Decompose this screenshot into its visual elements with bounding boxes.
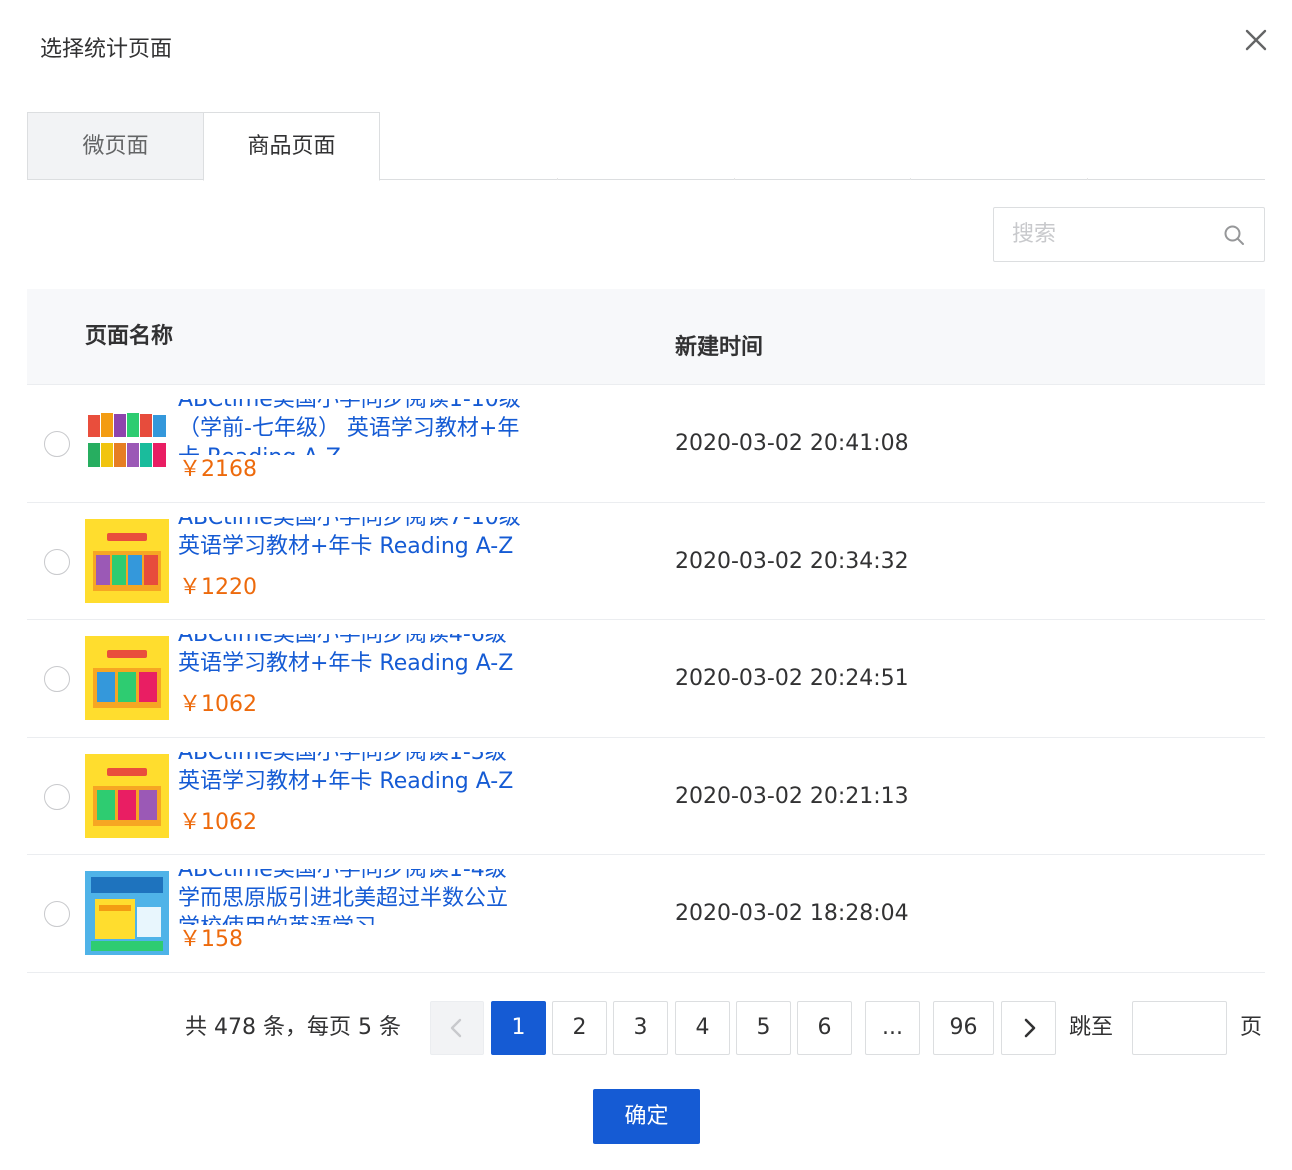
- close-button[interactable]: [1240, 24, 1272, 56]
- blue-box-image: [85, 871, 169, 956]
- product-thumbnail: [85, 753, 169, 838]
- product-name: ABCtime美国小学同步阅读1-4级 学而思原版引进北美超过半数公立学校使用的…: [178, 869, 509, 925]
- chevron-left-icon: [450, 1018, 462, 1038]
- row-radio[interactable]: [44, 431, 70, 457]
- page-button-4[interactable]: 4: [675, 1001, 730, 1055]
- product-name-link[interactable]: ABCtime美国小学同步阅读1-10级（学前-七年级） 英语学习教材+年卡 R…: [178, 399, 523, 455]
- row-radio[interactable]: [44, 783, 70, 810]
- product-name: ABCtime美国小学同步阅读7-10级 英语学习教材+年卡 Reading A…: [178, 516, 521, 559]
- chevron-right-icon: [1024, 1018, 1035, 1038]
- product-price: ￥1062: [179, 809, 257, 835]
- page-button-6[interactable]: 6: [797, 1001, 852, 1055]
- search-icon[interactable]: [1222, 223, 1246, 247]
- tab-divider: [910, 178, 911, 180]
- table-header: 页面名称 新建时间: [27, 289, 1265, 385]
- colorful-books-image: [85, 401, 169, 485]
- product-price: ￥1062: [179, 692, 257, 718]
- product-name: ABCtime美国小学同步阅读4-6级 英语学习教材+年卡 Reading A-…: [178, 634, 514, 677]
- product-name: ABCtime美国小学同步阅读1-3级 英语学习教材+年卡 Reading A-…: [178, 751, 514, 794]
- dialog-title: 选择统计页面: [40, 37, 173, 62]
- page-button-96[interactable]: 96: [933, 1001, 994, 1055]
- tab-product-page[interactable]: 商品页面: [203, 112, 380, 181]
- created-time: 2020-03-02 18:28:04: [675, 901, 909, 927]
- product-price: ￥2168: [179, 457, 257, 482]
- product-thumbnail: [85, 871, 169, 956]
- search-box: [993, 207, 1265, 262]
- table-row[interactable]: ABCtime美国小学同步阅读7-10级 英语学习教材+年卡 Reading A…: [27, 503, 1265, 621]
- search-input[interactable]: [994, 208, 1214, 261]
- page-button-2[interactable]: 2: [552, 1001, 607, 1055]
- created-time: 2020-03-02 20:24:51: [675, 666, 909, 692]
- page-ellipsis-button[interactable]: ...: [865, 1001, 920, 1055]
- created-time: 2020-03-02 20:34:32: [675, 548, 909, 574]
- tab-micro-page[interactable]: 微页面: [27, 112, 204, 180]
- product-price: ￥158: [179, 927, 243, 953]
- row-radio[interactable]: [44, 666, 70, 693]
- page-button-1[interactable]: 1: [491, 1001, 546, 1055]
- product-price: ￥1220: [179, 574, 257, 600]
- page-button-3[interactable]: 3: [613, 1001, 668, 1055]
- product-name: ABCtime美国小学同步阅读1-10级（学前-七年级） 英语学习教材+年卡 R…: [178, 399, 521, 455]
- column-header-name: 页面名称: [85, 324, 174, 349]
- yellow-box-image: [85, 753, 169, 838]
- row-radio[interactable]: [44, 901, 70, 928]
- product-thumbnail: [85, 401, 169, 485]
- created-time: 2020-03-02 20:41:08: [675, 431, 909, 456]
- tab-divider: [1087, 178, 1088, 180]
- tab-divider: [734, 178, 735, 180]
- tab-divider: [557, 178, 558, 180]
- product-name-link[interactable]: ABCtime美国小学同步阅读1-4级 学而思原版引进北美超过半数公立学校使用的…: [178, 869, 523, 925]
- table-row[interactable]: ABCtime美国小学同步阅读4-6级 英语学习教材+年卡 Reading A-…: [27, 620, 1265, 738]
- confirm-button[interactable]: 确定: [593, 1089, 700, 1144]
- jump-to-label: 跳至: [1069, 1015, 1114, 1040]
- table-row[interactable]: ABCtime美国小学同步阅读1-3级 英语学习教材+年卡 Reading A-…: [27, 738, 1265, 856]
- product-name-link[interactable]: ABCtime美国小学同步阅读7-10级 英语学习教材+年卡 Reading A…: [178, 517, 523, 573]
- product-thumbnail: [85, 636, 169, 721]
- product-name-link[interactable]: ABCtime美国小学同步阅读4-6级 英语学习教材+年卡 Reading A-…: [178, 634, 523, 690]
- table-row[interactable]: ABCtime美国小学同步阅读1-10级（学前-七年级） 英语学习教材+年卡 R…: [27, 385, 1265, 503]
- select-stat-page-dialog: 选择统计页面 微页面 商品页面 页面名称 新建时间: [0, 0, 1292, 1170]
- product-name-link[interactable]: ABCtime美国小学同步阅读1-3级 英语学习教材+年卡 Reading A-…: [178, 752, 523, 808]
- created-time: 2020-03-02 20:21:13: [675, 783, 909, 809]
- yellow-box-image: [85, 636, 169, 721]
- prev-page-button[interactable]: [430, 1001, 484, 1055]
- close-icon: [1245, 29, 1267, 51]
- page-unit-label: 页: [1240, 1015, 1263, 1040]
- page-table: 页面名称 新建时间 ABCtime美国小学同步阅读1-10级（学前-七年级） 英…: [27, 289, 1265, 973]
- table-row[interactable]: ABCtime美国小学同步阅读1-4级 学而思原版引进北美超过半数公立学校使用的…: [27, 855, 1265, 973]
- page-type-tabs: 微页面 商品页面: [27, 112, 1265, 181]
- page-button-5[interactable]: 5: [736, 1001, 791, 1055]
- row-radio[interactable]: [44, 548, 70, 575]
- product-thumbnail: [85, 518, 169, 603]
- pagination-total: 共 478 条，每页 5 条: [185, 1015, 401, 1040]
- yellow-box-image: [85, 518, 169, 603]
- next-page-button[interactable]: [1001, 1001, 1056, 1055]
- jump-page-input[interactable]: [1132, 1001, 1227, 1055]
